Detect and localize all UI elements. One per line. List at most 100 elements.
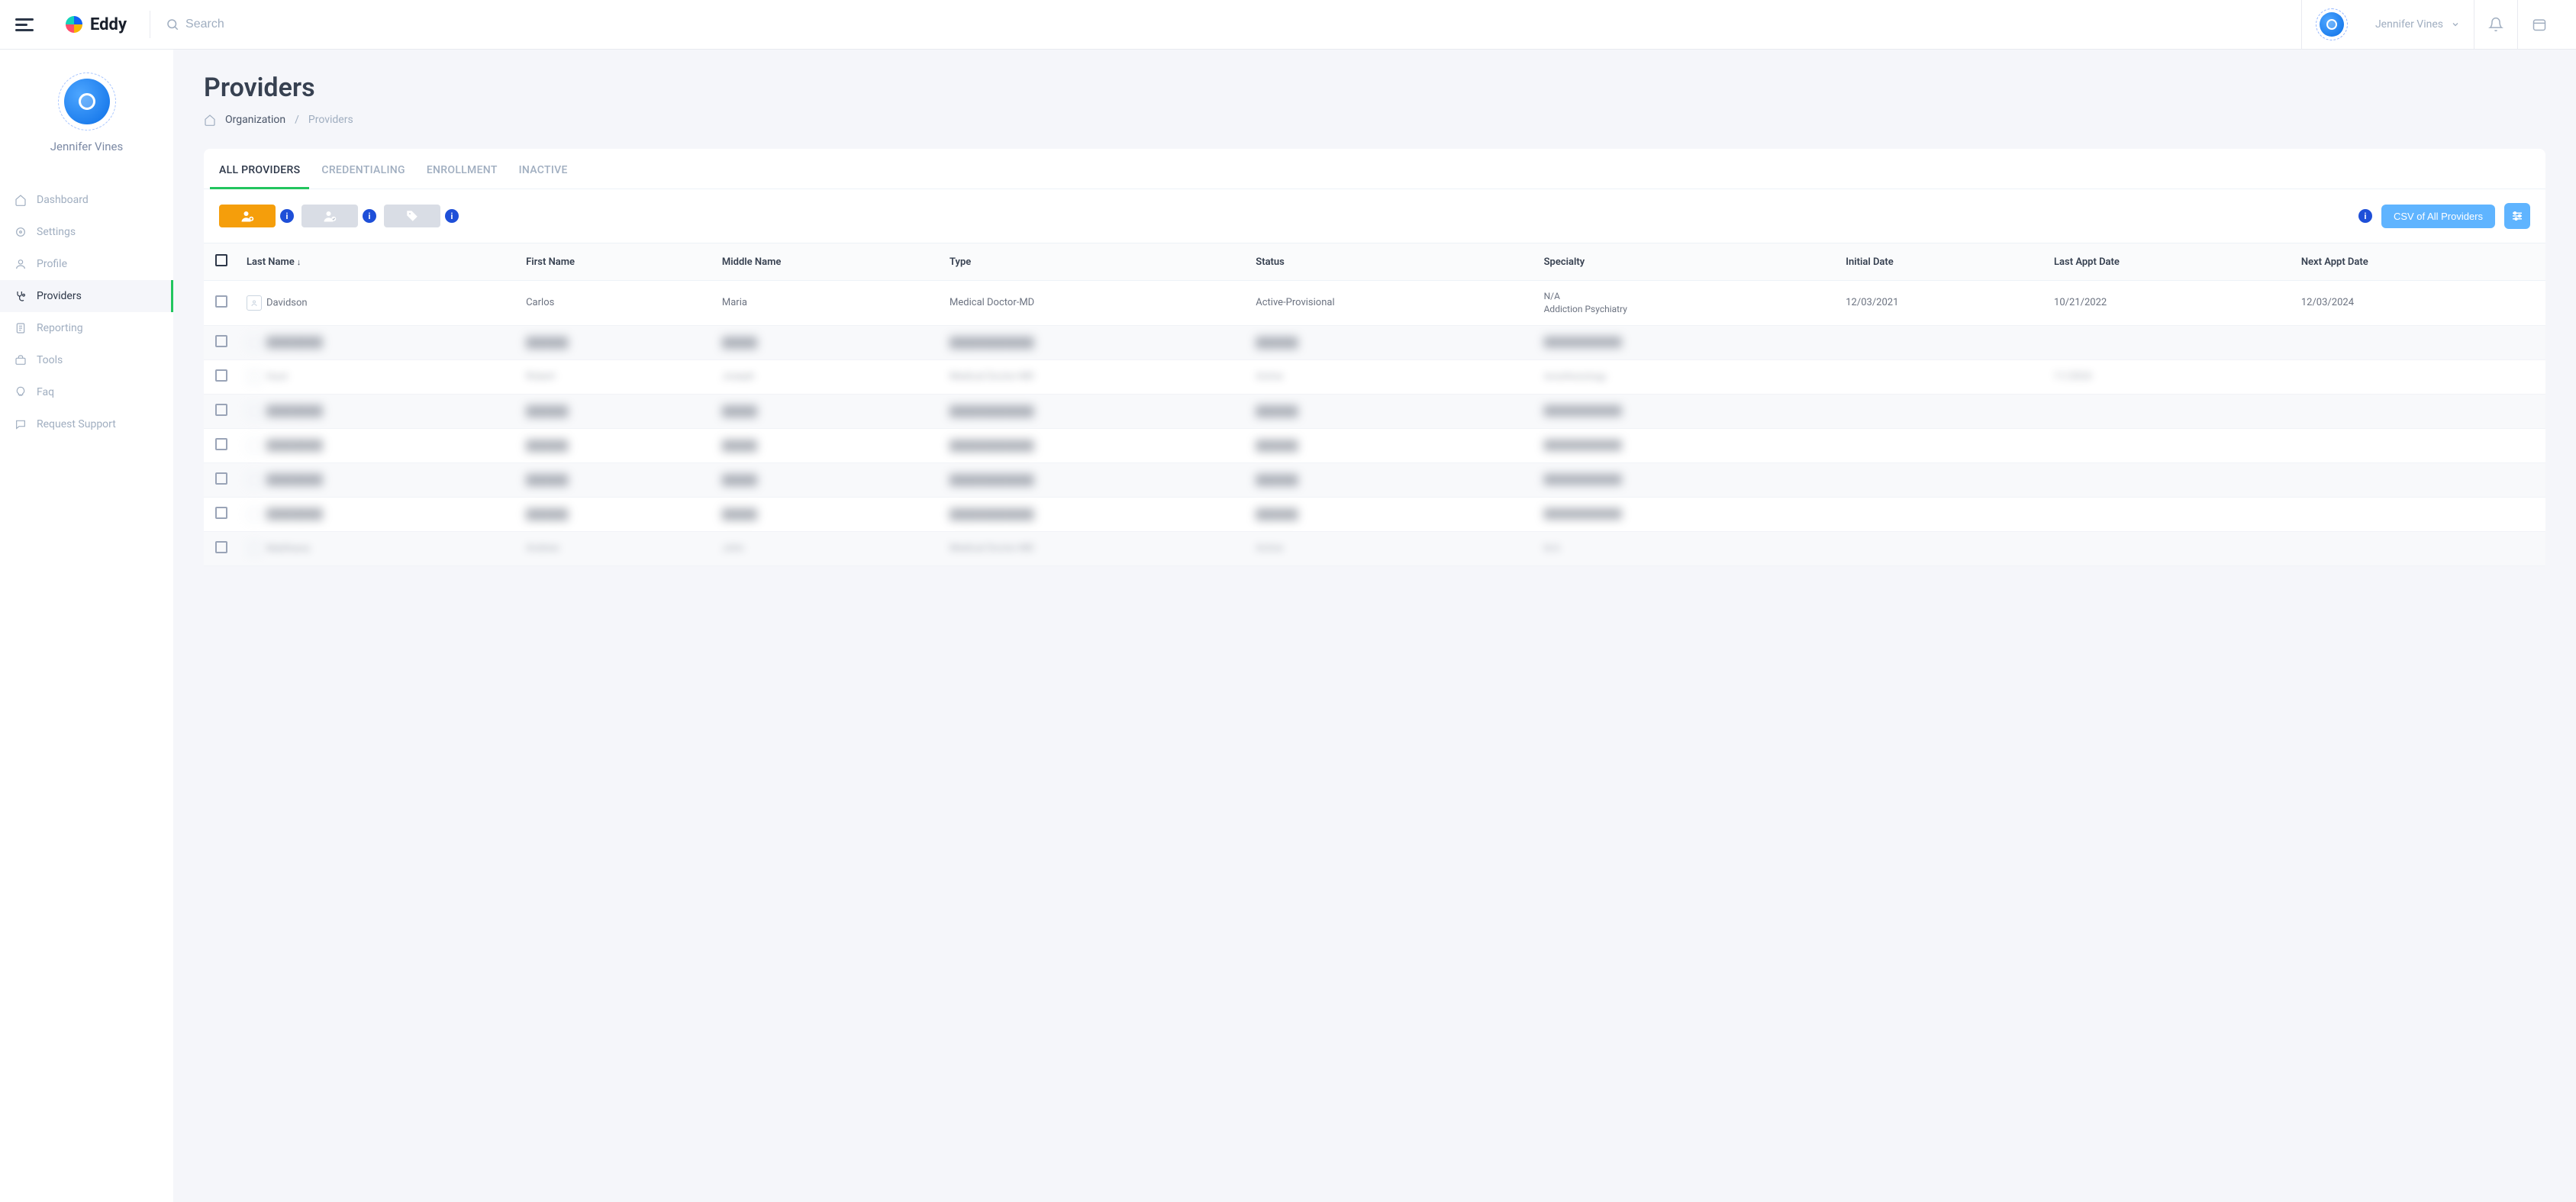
sort-arrow-icon: ↓ <box>297 257 301 267</box>
verify-provider-button[interactable] <box>301 205 358 227</box>
col-specialty[interactable]: Specialty <box>1536 243 1839 281</box>
table-row[interactable]: ████████ ██████ █████ ████████████ █████… <box>204 497 2545 531</box>
table-row[interactable]: ████████ ██████ █████ ████████████ █████… <box>204 325 2545 359</box>
providers-table: Last Name↓ First Name Middle Name Type S… <box>204 243 2545 566</box>
info-icon[interactable]: i <box>445 209 459 223</box>
page-title: Providers <box>204 73 2545 103</box>
row-checkbox[interactable] <box>215 295 227 308</box>
nav-item-tools[interactable]: Tools <box>0 344 173 376</box>
info-icon[interactable]: i <box>363 209 376 223</box>
row-checkbox[interactable] <box>215 438 227 450</box>
select-all-checkbox[interactable] <box>215 254 227 266</box>
menu-toggle-button[interactable] <box>15 17 34 32</box>
table-row[interactable]: ████████ ██████ █████ ████████████ █████… <box>204 462 2545 497</box>
sidebar-nav: Dashboard Settings Profile Providers Rep… <box>0 184 173 440</box>
tab-credentialing[interactable]: CREDENTIALING <box>321 164 405 189</box>
main-content: Providers Organization / Providers ALL P… <box>173 50 2576 1202</box>
header-right: Jennifer Vines <box>2301 0 2561 50</box>
user-menu-button[interactable]: Jennifer Vines <box>2375 18 2460 31</box>
document-icon <box>14 321 27 335</box>
row-checkbox[interactable] <box>215 541 227 553</box>
provider-view-icon[interactable] <box>247 472 262 488</box>
home-icon <box>14 193 27 207</box>
provider-view-icon[interactable] <box>247 335 262 350</box>
col-next-appt[interactable]: Next Appt Date <box>2294 243 2545 281</box>
search-icon <box>166 18 179 31</box>
briefcase-icon <box>14 353 27 367</box>
tab-all-providers[interactable]: ALL PROVIDERS <box>219 164 300 189</box>
stethoscope-icon <box>14 289 27 303</box>
tag-button[interactable] <box>384 205 440 227</box>
calendar-button[interactable] <box>2518 0 2561 50</box>
row-checkbox[interactable] <box>215 335 227 347</box>
breadcrumb-current: Providers <box>308 114 353 126</box>
nav-item-providers[interactable]: Providers <box>0 280 173 312</box>
notifications-button[interactable] <box>2474 0 2517 50</box>
sliders-icon <box>2510 209 2524 223</box>
calendar-icon <box>2532 17 2547 32</box>
user-plus-icon <box>239 209 256 223</box>
logo-text: Eddy <box>90 15 127 34</box>
nav-item-reporting[interactable]: Reporting <box>0 312 173 344</box>
search-input[interactable] <box>185 18 491 31</box>
csv-export-button[interactable]: CSV of All Providers <box>2381 205 2495 228</box>
row-checkbox[interactable] <box>215 507 227 519</box>
logo-mark-icon <box>64 15 84 34</box>
top-header: Eddy Jennifer Vines <box>0 0 2576 50</box>
tag-icon <box>404 209 421 223</box>
tab-inactive[interactable]: INACTIVE <box>519 164 568 189</box>
col-first-name[interactable]: First Name <box>518 243 714 281</box>
providers-panel: ALL PROVIDERS CREDENTIALING ENROLLMENT I… <box>204 149 2545 566</box>
table-row[interactable]: Davidson Carlos Maria Medical Doctor-MD … <box>204 281 2545 326</box>
app-logo[interactable]: Eddy <box>64 15 127 34</box>
col-last-appt[interactable]: Last Appt Date <box>2046 243 2294 281</box>
provider-view-icon[interactable] <box>247 541 262 556</box>
info-icon[interactable]: i <box>280 209 294 223</box>
nav-item-request-support[interactable]: Request Support <box>0 408 173 440</box>
row-checkbox[interactable] <box>215 404 227 416</box>
nav-item-settings[interactable]: Settings <box>0 216 173 248</box>
tabs: ALL PROVIDERS CREDENTIALING ENROLLMENT I… <box>204 149 2545 189</box>
info-icon[interactable]: i <box>2358 209 2372 223</box>
provider-view-icon[interactable] <box>247 507 262 522</box>
add-provider-button[interactable] <box>219 205 276 227</box>
sidebar: Jennifer Vines Dashboard Settings Profil… <box>0 50 173 1202</box>
bell-icon <box>2488 17 2503 32</box>
table-row[interactable]: Hunt Robert Joseph Medical Doctor-MD Act… <box>204 359 2545 394</box>
toolbar: i i i i CSV of All Providers <box>204 189 2545 243</box>
lightbulb-icon <box>14 385 27 399</box>
target-icon <box>14 225 27 239</box>
table-row[interactable]: Matthews Andrew John Medical Doctor-MD A… <box>204 531 2545 566</box>
user-name-label: Jennifer Vines <box>2375 18 2443 31</box>
user-icon <box>14 257 27 271</box>
col-status[interactable]: Status <box>1248 243 1536 281</box>
nav-item-faq[interactable]: Faq <box>0 376 173 408</box>
row-checkbox[interactable] <box>215 472 227 485</box>
table-row[interactable]: ████████ ██████ █████ ████████████ █████… <box>204 428 2545 462</box>
provider-view-icon[interactable] <box>247 295 262 311</box>
col-last-name[interactable]: Last Name↓ <box>239 243 518 281</box>
search-wrap <box>166 18 2301 31</box>
filter-button[interactable] <box>2504 203 2530 229</box>
provider-view-icon[interactable] <box>247 404 262 419</box>
user-check-icon <box>321 209 338 223</box>
home-icon <box>204 114 216 126</box>
breadcrumb-organization[interactable]: Organization <box>225 114 285 126</box>
header-avatar[interactable] <box>2316 8 2348 40</box>
breadcrumb: Organization / Providers <box>204 114 2545 126</box>
sidebar-avatar[interactable] <box>58 73 116 131</box>
provider-view-icon[interactable] <box>247 438 262 453</box>
col-middle-name[interactable]: Middle Name <box>714 243 942 281</box>
col-initial-date[interactable]: Initial Date <box>1838 243 2046 281</box>
chevron-down-icon <box>2451 20 2460 29</box>
row-checkbox[interactable] <box>215 369 227 382</box>
nav-item-profile[interactable]: Profile <box>0 248 173 280</box>
nav-item-dashboard[interactable]: Dashboard <box>0 184 173 216</box>
sidebar-profile: Jennifer Vines <box>0 65 173 169</box>
table-row[interactable]: ████████ ██████ █████ ████████████ █████… <box>204 394 2545 428</box>
sidebar-profile-name: Jennifer Vines <box>0 140 173 153</box>
tab-enrollment[interactable]: ENROLLMENT <box>427 164 498 189</box>
col-type[interactable]: Type <box>942 243 1248 281</box>
provider-view-icon[interactable] <box>247 369 262 385</box>
chat-icon <box>14 417 27 431</box>
